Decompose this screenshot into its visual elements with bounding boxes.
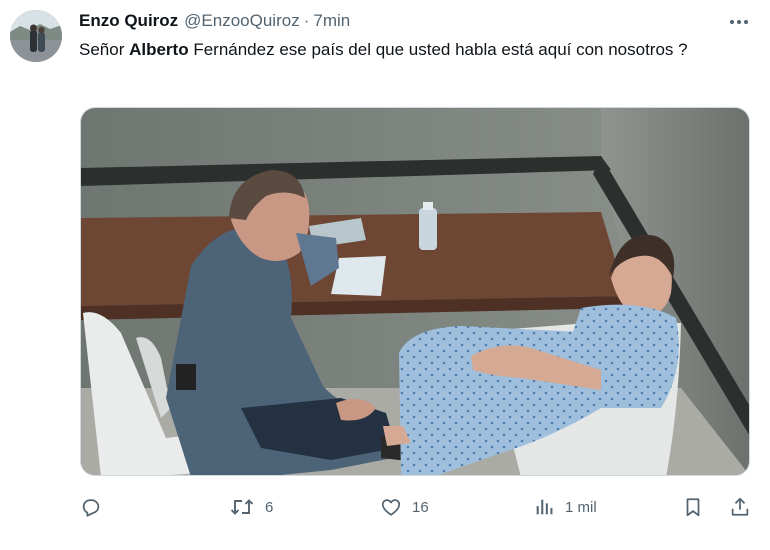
display-name[interactable]: Enzo Quiroz [79, 11, 178, 31]
like-button[interactable]: 16 [380, 490, 429, 524]
tweet-media-photo[interactable] [80, 107, 750, 476]
bookmark-icon [686, 498, 700, 517]
more-icon [730, 20, 748, 24]
avatar[interactable] [10, 10, 62, 62]
tweet-text-end: Fernández ese país del que usted habla e… [188, 40, 688, 59]
tweet-text-bold: Alberto [129, 40, 189, 59]
timestamp[interactable]: 7min [313, 11, 350, 31]
share-button[interactable] [729, 490, 751, 524]
user-handle[interactable]: @EnzooQuiroz [184, 11, 300, 31]
more-options-button[interactable] [724, 10, 754, 34]
heart-icon [381, 499, 401, 516]
retweet-icon [230, 499, 254, 515]
views-button[interactable]: 1 mil [533, 490, 597, 524]
tweet-text: Señor Alberto Fernández ese país del que… [79, 37, 719, 63]
media-image [81, 108, 749, 475]
avatar-image [10, 10, 62, 62]
bookmark-button[interactable] [682, 490, 704, 524]
separator-dot: · [303, 11, 310, 30]
retweet-count: 6 [265, 498, 274, 516]
tweet-actions-bar: 6 16 1 mil [0, 490, 770, 524]
reply-icon [82, 499, 100, 517]
retweet-button[interactable]: 6 [229, 490, 273, 524]
share-icon [731, 497, 749, 516]
views-icon [536, 499, 553, 515]
like-count: 16 [412, 498, 429, 516]
views-count: 1 mil [565, 498, 597, 516]
tweet-header: Enzo Quiroz @EnzooQuiroz · 7min [79, 10, 350, 32]
tweet-text-start: Señor [79, 40, 130, 59]
tweet: Enzo Quiroz @EnzooQuiroz · 7min Señor Al… [0, 0, 770, 550]
reply-button[interactable] [80, 490, 112, 524]
